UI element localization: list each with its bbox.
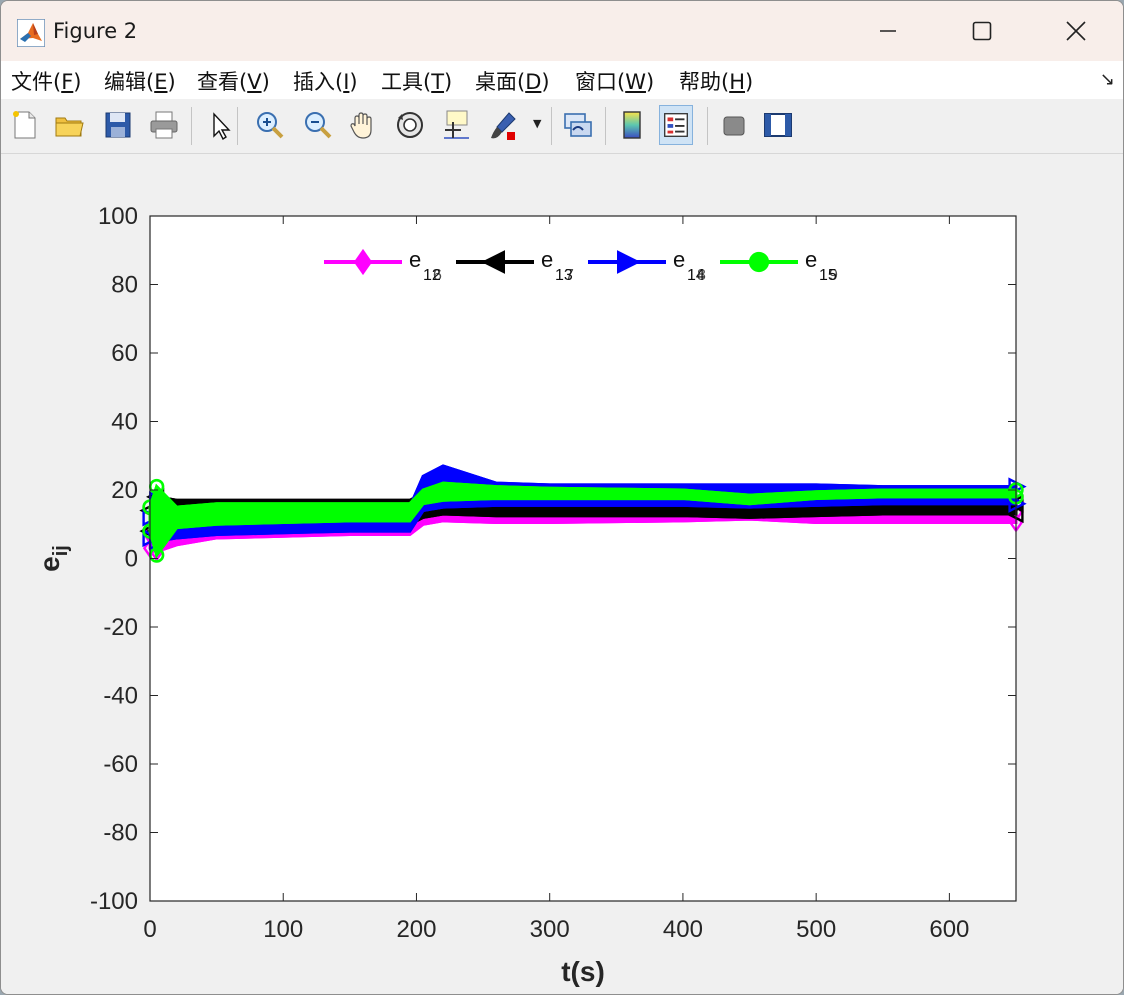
open-file-button[interactable]: [53, 105, 87, 145]
legend-icon: [664, 113, 688, 137]
x-tick-label: 0: [143, 916, 156, 943]
zoom-in-icon: [257, 112, 284, 139]
dock-figure-icon[interactable]: ↘: [1100, 69, 1115, 90]
x-tick-label: 600: [929, 916, 969, 943]
y-tick-label: 80: [111, 272, 138, 299]
link-plot-icon: [564, 113, 592, 137]
select-arrow-button[interactable]: [203, 105, 237, 145]
legend-sub-b: 8: [697, 267, 706, 284]
new-figure-icon: [13, 111, 36, 139]
matlab-logo-icon: [17, 19, 45, 47]
y-tick-label: 20: [111, 477, 138, 504]
line-chart[interactable]: 0 100 200 300 400 500 600 -100 -80 -60 -40 -20 0 20 40…: [1, 154, 1123, 994]
menu-item-v[interactable]: 查看(V): [197, 66, 270, 96]
legend-label: e: [673, 247, 685, 272]
figure-toolbar: ▼: [1, 99, 1123, 154]
legend-marker: [748, 251, 770, 273]
print-icon: [150, 111, 178, 139]
maximize-icon: [972, 21, 992, 41]
zoom-in-button[interactable]: [253, 105, 287, 145]
close-icon: [1066, 21, 1086, 41]
y-tick-label: -40: [103, 683, 138, 710]
toolbar-separator: [707, 107, 708, 145]
y-tick-label: -20: [103, 614, 138, 641]
toolbar-separator: [551, 107, 552, 145]
rotate-3d-icon: [397, 112, 423, 138]
y-axis-label: eij: [34, 545, 72, 572]
data-cursor-icon: [444, 110, 469, 139]
menu-item-f[interactable]: 文件(F): [11, 66, 82, 96]
y-tick-label: 40: [111, 409, 138, 436]
x-tick-label: 400: [663, 916, 703, 943]
rotate-3d-button[interactable]: [393, 105, 427, 145]
pan-hand-icon: [350, 112, 372, 139]
menu-item-i[interactable]: 插入(I): [293, 66, 358, 96]
x-tick-label: 200: [396, 916, 436, 943]
brush-icon: [491, 112, 516, 140]
legend-label: e: [409, 247, 421, 272]
save-button[interactable]: [101, 105, 135, 145]
brush-button[interactable]: [487, 105, 521, 145]
minimize-button[interactable]: [865, 11, 911, 51]
figure-window: Figure 2 文件(F) 编辑(E) 查看(V) 插入(I) 工具(T) 桌面(D) 窗…: [0, 0, 1124, 995]
legend-button[interactable]: [659, 105, 693, 145]
show-plot-tools-button[interactable]: [761, 105, 795, 145]
save-icon: [105, 112, 131, 138]
legend-label: e: [805, 247, 817, 272]
legend-sub-b: 6: [433, 267, 442, 284]
select-arrow-icon: [213, 112, 231, 141]
x-tick-label: 500: [796, 916, 836, 943]
pan-hand-button[interactable]: [347, 105, 381, 145]
figure-canvas[interactable]: 0 100 200 300 400 500 600 -100 -80 -60 -40 -20 0 20 40…: [1, 154, 1123, 994]
x-axis-label: t(s): [561, 956, 605, 987]
link-plot-button[interactable]: [561, 105, 595, 145]
new-figure-button[interactable]: [9, 105, 43, 145]
x-tick-label: 100: [263, 916, 303, 943]
toolbar-separator: [237, 107, 238, 145]
title-bar: Figure 2: [1, 1, 1123, 61]
menu-item-d[interactable]: 桌面(D): [475, 66, 550, 96]
maximize-button[interactable]: [959, 11, 1005, 51]
brush-dropdown-icon[interactable]: ▼: [533, 117, 541, 130]
menu-item-t[interactable]: 工具(T): [381, 66, 452, 96]
x-tick-label: 300: [530, 916, 570, 943]
print-button[interactable]: [147, 105, 181, 145]
menu-item-w[interactable]: 窗口(W): [575, 66, 654, 96]
colorbar-icon: [623, 111, 641, 139]
data-cursor-button[interactable]: [439, 105, 473, 145]
y-tick-label: -60: [103, 751, 138, 778]
zoom-out-icon: [305, 112, 332, 139]
y-tick-label: 60: [111, 340, 138, 367]
y-tick-label: -80: [103, 820, 138, 847]
plot-area[interactable]: [150, 216, 1016, 901]
menu-item-e[interactable]: 编辑(E): [104, 66, 176, 96]
legend-sub-b: 7: [565, 267, 574, 284]
menu-item-h[interactable]: 帮助(H): [679, 66, 753, 96]
show-plot-tools-icon: [764, 113, 792, 137]
menu-bar: 文件(F) 编辑(E) 查看(V) 插入(I) 工具(T) 桌面(D) 窗口(W) 帮助(H)…: [1, 61, 1123, 99]
minimize-icon: [880, 30, 896, 32]
y-tick-label: -100: [90, 888, 138, 915]
close-button[interactable]: [1053, 11, 1099, 51]
open-file-icon: [55, 117, 84, 137]
y-axis-label-text: eij: [34, 545, 72, 572]
y-tick-label: 0: [125, 546, 138, 573]
legend-label: e: [541, 247, 553, 272]
zoom-out-button[interactable]: [301, 105, 335, 145]
legend-sub-b: 9: [829, 267, 838, 284]
colorbar-button[interactable]: [615, 105, 649, 145]
toolbar-separator: [605, 107, 606, 145]
toolbar-separator: [191, 107, 192, 145]
hide-plot-tools-button[interactable]: [717, 105, 751, 145]
hide-plot-tools-icon: [723, 116, 745, 136]
window-title: Figure 2: [53, 19, 138, 43]
y-tick-label: 100: [98, 203, 138, 230]
